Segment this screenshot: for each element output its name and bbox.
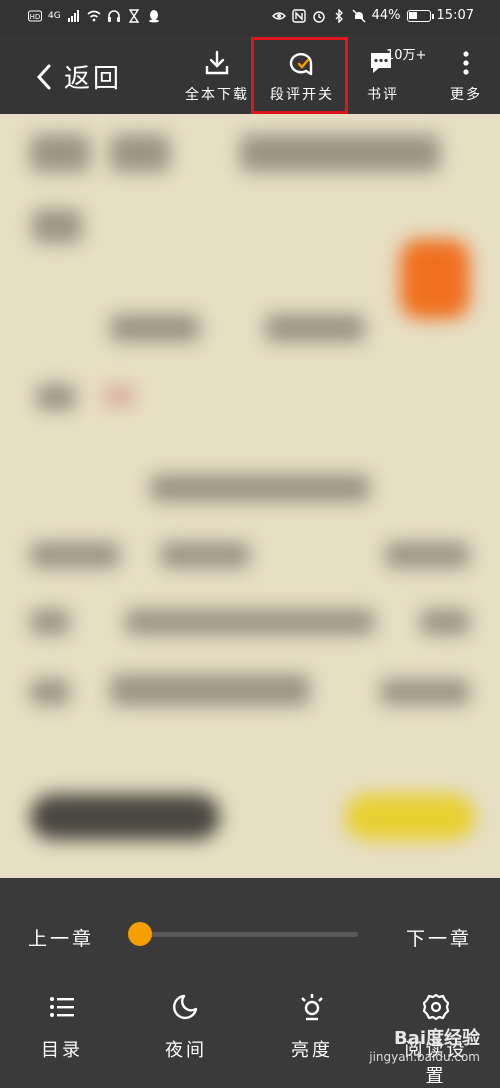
hourglass-icon [128, 9, 140, 23]
progress-thumb[interactable] [128, 922, 152, 946]
download-all-button[interactable]: 全本下载 [184, 48, 250, 104]
prev-chapter-button[interactable]: 上一章 [28, 924, 94, 951]
book-review-button[interactable]: 书评 [358, 48, 408, 104]
toc-button[interactable]: 目录 [22, 992, 102, 1062]
battery-percent: 44% [371, 8, 401, 23]
watermark: Bai度经验 jingyan.baidu.com [369, 1024, 480, 1064]
brightness-button[interactable]: 亮度 [272, 992, 352, 1062]
brightness-icon [301, 994, 323, 1021]
blurred-text [110, 314, 200, 342]
review-icon [371, 53, 391, 73]
blurred-text [125, 609, 375, 635]
night-label: 夜间 [165, 1040, 207, 1061]
qq-icon [148, 10, 159, 23]
reading-content-blurred [0, 114, 500, 878]
status-bar: HD 4G 44% 15:07 [0, 0, 500, 34]
nfc-icon [291, 9, 306, 23]
blurred-text [420, 609, 470, 635]
signal-icon [67, 10, 79, 22]
watermark-logo: Bai度经验 [393, 1028, 480, 1049]
blurred-text [32, 209, 82, 243]
eye-icon [271, 12, 286, 20]
bluetooth-icon [335, 9, 343, 23]
blurred-text [30, 679, 70, 705]
blurred-text [240, 134, 440, 172]
blurred-text [265, 314, 365, 342]
more-label: 更多 [450, 87, 482, 103]
chapter-progress-slider[interactable] [128, 922, 358, 946]
gear-icon [422, 993, 450, 1021]
review-label: 书评 [367, 87, 399, 103]
chevron-left-icon [36, 64, 51, 89]
reader-bottom-panel: 上一章 下一章 目录 夜间 亮度 阅读设置 Bai度经验 jingyan.bai… [0, 878, 500, 1087]
svg-text:HD: HD [30, 13, 41, 21]
blurred-text [385, 542, 470, 568]
blurred-text [30, 134, 90, 172]
watermark-url: jingyan.baidu.com [369, 1050, 480, 1064]
next-chapter-button[interactable]: 下一章 [406, 924, 472, 951]
moon-icon [173, 994, 198, 1020]
blurred-text [110, 134, 170, 172]
toc-label: 目录 [41, 1040, 83, 1061]
reader-toolbar: 返回 全本下载 段评开关 10万+ 书评 更多 [0, 34, 500, 114]
battery-fill [408, 12, 417, 19]
back-button[interactable]: 返回 [34, 58, 122, 95]
alarm-icon [312, 11, 325, 23]
blurred-text [150, 474, 370, 502]
download-label: 全本下载 [185, 87, 249, 103]
back-label: 返回 [64, 64, 123, 94]
blurred-text [36, 384, 76, 410]
blurred-button [30, 794, 220, 840]
clock: 15:07 [436, 8, 474, 23]
brightness-label: 亮度 [291, 1040, 333, 1061]
blurred-text [104, 386, 134, 406]
hd-icon: HD [28, 10, 42, 22]
headphones-icon [107, 10, 120, 22]
status-left: HD 4G [28, 8, 161, 24]
comment-toggle-label: 段评开关 [270, 87, 334, 103]
blurred-badge [400, 239, 470, 319]
more-button[interactable]: 更多 [446, 48, 486, 104]
night-mode-button[interactable]: 夜间 [146, 992, 226, 1062]
network-type: 4G [48, 11, 61, 21]
list-icon [50, 997, 74, 1017]
blurred-text [160, 542, 250, 568]
download-icon [205, 50, 229, 75]
blurred-button [345, 794, 475, 840]
more-vertical-icon [463, 51, 469, 75]
paragraph-comment-toggle[interactable]: 段评开关 [262, 48, 342, 104]
blurred-text [30, 542, 120, 568]
battery-icon [406, 10, 434, 22]
blurred-text [380, 679, 470, 705]
comment-toggle-icon [289, 53, 313, 76]
wifi-icon [87, 10, 101, 22]
status-right: 44% 15:07 [271, 8, 474, 24]
blurred-text [110, 674, 310, 706]
mute-icon [352, 9, 366, 23]
blurred-text [30, 609, 70, 635]
